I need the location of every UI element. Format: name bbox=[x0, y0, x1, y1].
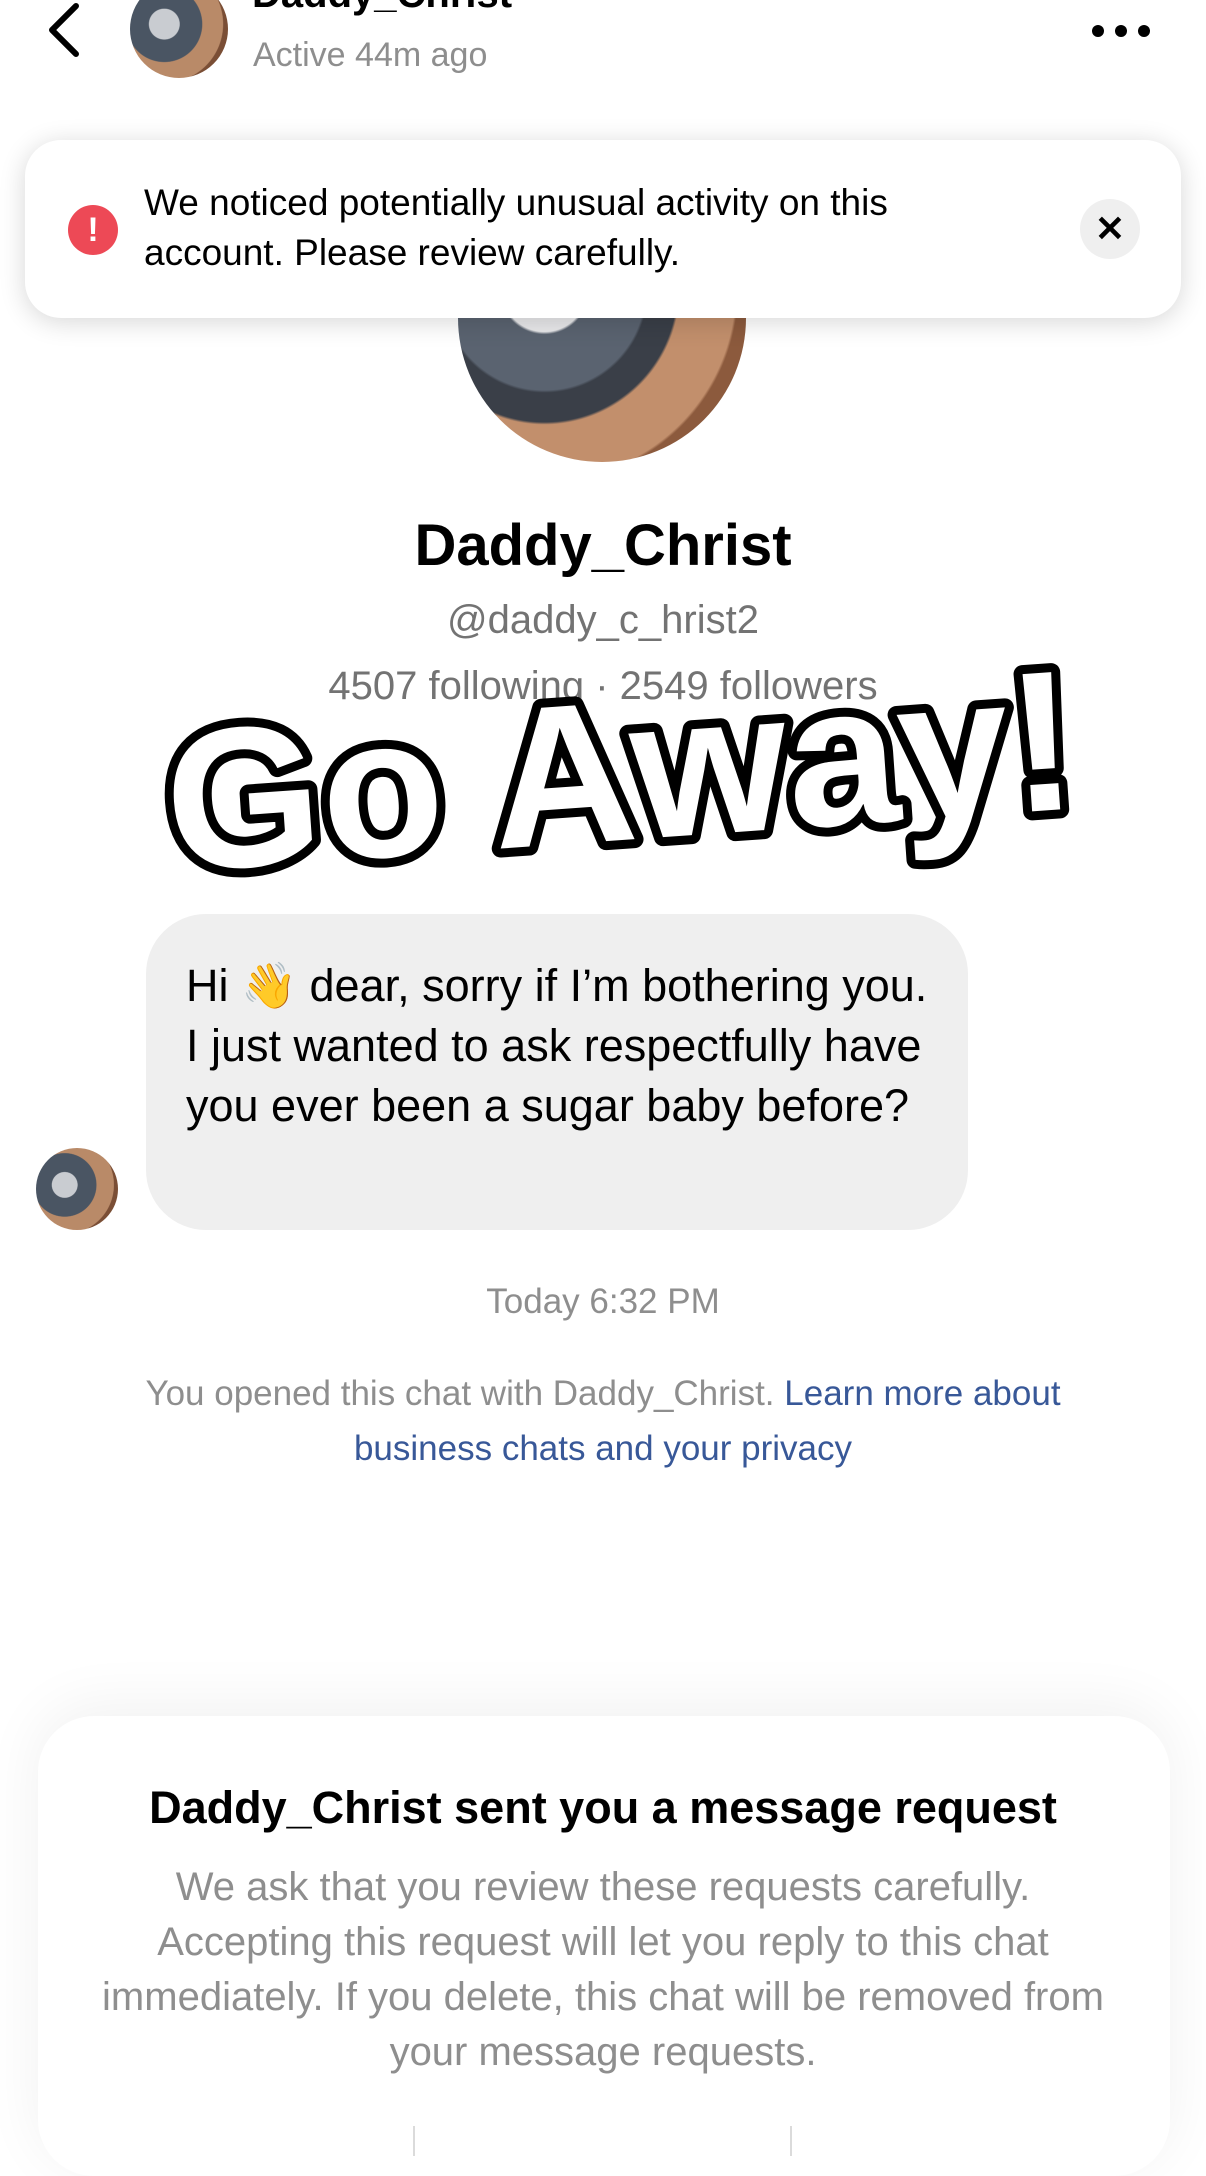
header-avatar[interactable] bbox=[130, 0, 228, 78]
go-away-overlay: Go Away! bbox=[149, 619, 1092, 923]
close-icon: ✕ bbox=[1094, 208, 1126, 249]
header-name[interactable]: Daddy_Christ bbox=[252, 0, 512, 17]
profile-name: Daddy_Christ bbox=[414, 513, 792, 578]
active-status: Active 44m ago bbox=[253, 36, 488, 74]
message-timestamp: Today 6:32 PM bbox=[486, 1282, 720, 1321]
request-title: Daddy_Christ sent you a message request bbox=[149, 1782, 1057, 1833]
action-divider bbox=[790, 2126, 792, 2156]
more-options-button[interactable] bbox=[1088, 14, 1158, 48]
sender-avatar[interactable] bbox=[36, 1148, 118, 1230]
exclamation-icon: ! bbox=[68, 205, 118, 255]
more-horizontal-icon bbox=[1092, 25, 1150, 37]
privacy-note: You opened this chat with Daddy_Christ. … bbox=[140, 1366, 1066, 1476]
chevron-left-icon bbox=[49, 3, 79, 57]
back-button[interactable] bbox=[40, 0, 90, 62]
action-divider bbox=[413, 2126, 415, 2156]
overlay-text: Go Away! bbox=[158, 628, 1083, 914]
close-banner-button[interactable]: ✕ bbox=[1080, 199, 1140, 259]
privacy-text: You opened this chat with Daddy_Christ. bbox=[145, 1374, 785, 1413]
warning-text: We noticed potentially unusual activity … bbox=[144, 182, 888, 273]
message-text: Hi 👋 dear, sorry if I’m bothering you. I… bbox=[186, 960, 928, 1131]
request-body: We ask that you review these requests ca… bbox=[102, 1865, 1104, 2074]
